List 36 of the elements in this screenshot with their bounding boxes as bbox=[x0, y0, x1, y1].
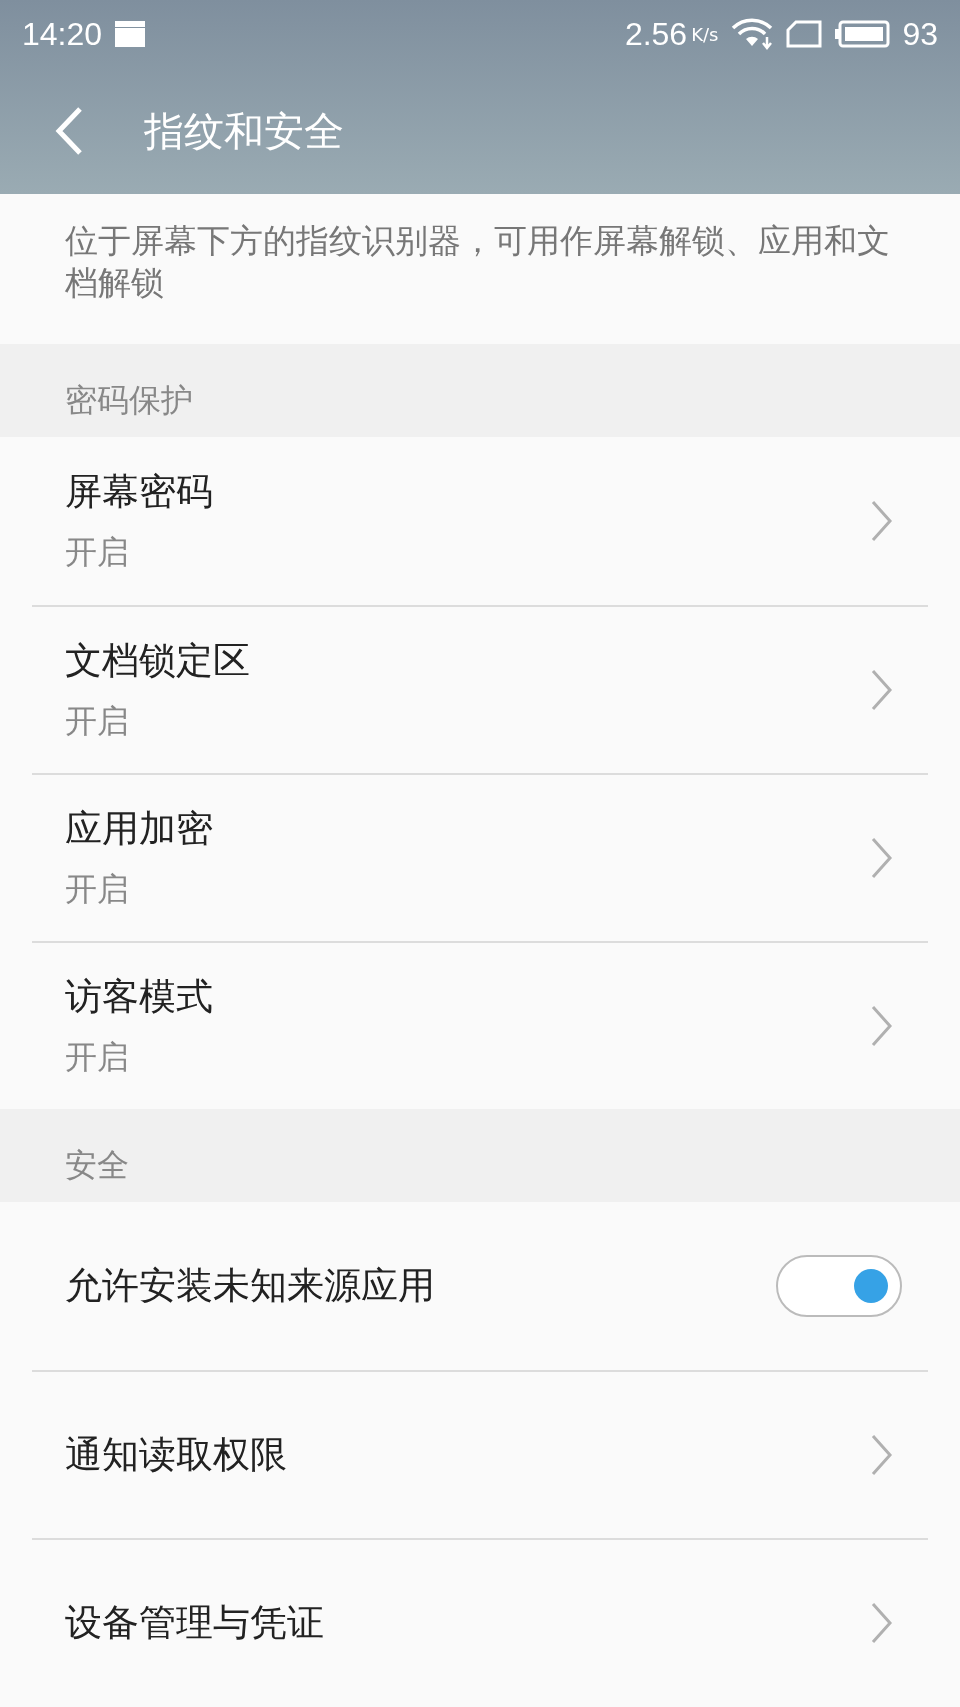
chevron-icon bbox=[870, 1004, 894, 1048]
battery-icon bbox=[834, 19, 891, 49]
row-label: 文档锁定区 bbox=[65, 638, 251, 684]
row-status: 开启 bbox=[65, 701, 130, 742]
chevron-icon bbox=[870, 499, 894, 543]
chevron-icon bbox=[870, 1433, 894, 1477]
row-status: 开启 bbox=[65, 532, 130, 573]
back-icon[interactable] bbox=[54, 106, 84, 156]
row-label: 屏幕密码 bbox=[65, 469, 214, 515]
row-status: 开启 bbox=[65, 869, 130, 910]
settings-row[interactable]: 应用加密 开启 bbox=[32, 773, 928, 941]
battery-level: 93 bbox=[902, 15, 938, 53]
chevron-icon bbox=[870, 1601, 894, 1645]
settings-row[interactable]: 屏幕密码 开启 bbox=[32, 437, 928, 605]
sim-card-icon bbox=[786, 19, 823, 49]
settings-row[interactable]: 通知读取权限 bbox=[32, 1370, 928, 1538]
page-title: 指纹和安全 bbox=[144, 106, 344, 156]
section-header: 密码保护 bbox=[65, 380, 193, 421]
settings-row[interactable]: 允许安装未知来源应用 bbox=[32, 1202, 928, 1370]
wifi-icon bbox=[730, 17, 775, 51]
settings-row[interactable]: 文档锁定区 开启 bbox=[32, 605, 928, 773]
description-text: 位于屏幕下方的指纹识别器，可用作屏幕解锁、应用和文档解锁 bbox=[65, 220, 891, 304]
row-label: 应用加密 bbox=[65, 806, 214, 852]
row-status: 开启 bbox=[65, 1037, 130, 1078]
clapperboard-icon bbox=[114, 20, 147, 48]
settings-row[interactable]: 设备管理与凭证 bbox=[32, 1538, 928, 1706]
row-label: 通知读取权限 bbox=[65, 1432, 288, 1478]
chevron-icon bbox=[870, 836, 894, 880]
section-header: 安全 bbox=[65, 1145, 129, 1186]
row-label: 允许安装未知来源应用 bbox=[65, 1263, 436, 1309]
status-time: 14:20 bbox=[22, 15, 103, 53]
speed-unit: K/s bbox=[691, 23, 719, 45]
network-speed: 2.56 bbox=[624, 15, 688, 53]
row-label: 设备管理与凭证 bbox=[65, 1600, 325, 1646]
row-label: 访客模式 bbox=[65, 974, 214, 1020]
chevron-icon bbox=[870, 668, 894, 712]
